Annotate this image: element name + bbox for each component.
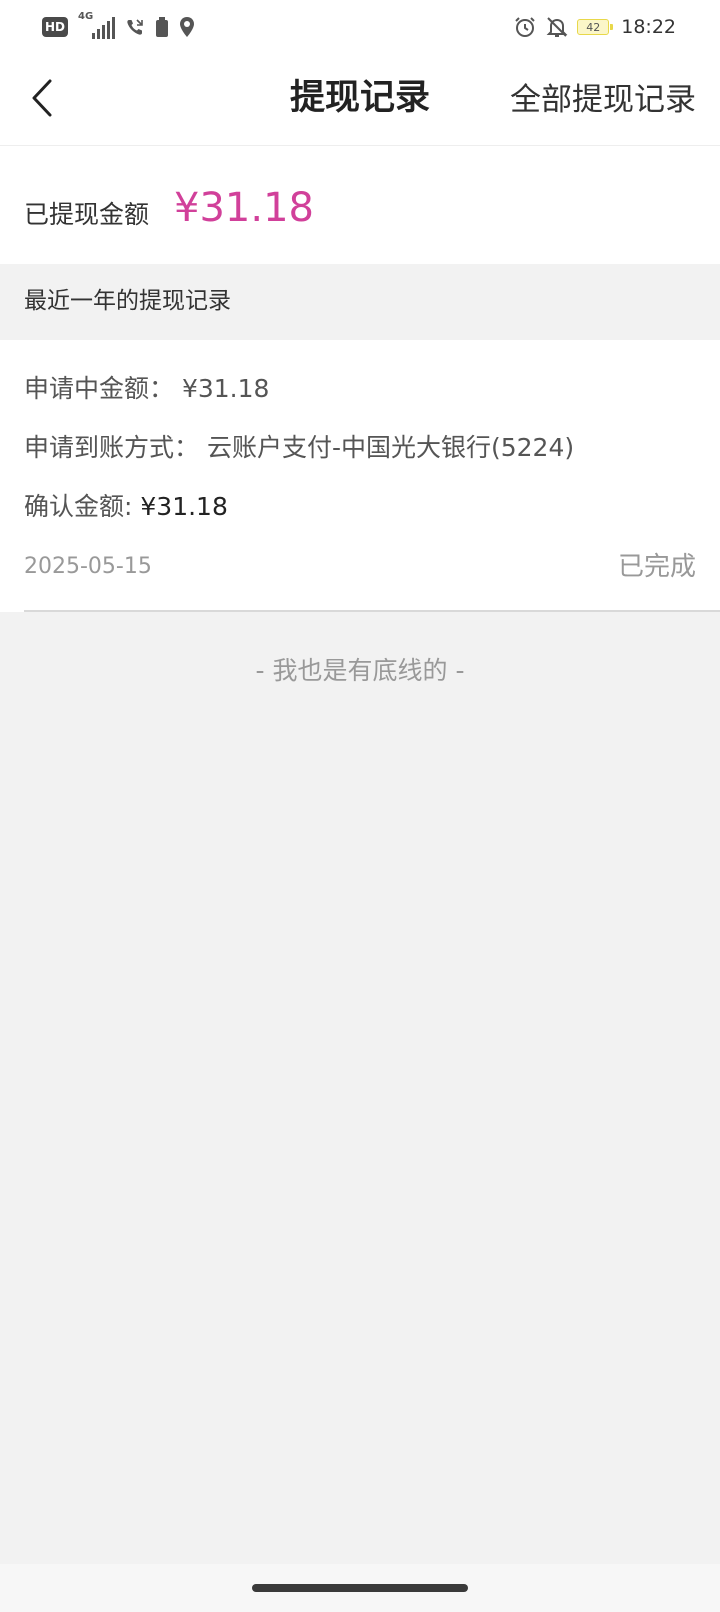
location-icon (180, 17, 195, 37)
confirmed-amount-label: 确认金额: (24, 492, 133, 521)
payment-method-label: 申请到账方式： (24, 433, 200, 462)
status-bar-right: 42 18:22 (513, 13, 676, 41)
network-type-label: 4G (78, 11, 94, 22)
applying-amount-value: ¥31.18 (181, 374, 270, 403)
wifi-calling-icon (127, 19, 143, 35)
payment-method-value: 云账户支付-中国光大银行(5224) (206, 433, 575, 462)
withdrawn-summary: 已提现金额 ¥31.18 (0, 146, 720, 264)
signal-icon: 4G (78, 11, 116, 39)
top-app-bar: 提现记录 全部提现记录 (0, 54, 720, 146)
section-header: 最近一年的提现记录 (0, 264, 720, 340)
hd-badge: HD (42, 17, 69, 37)
status-bar: HD 4G 42 18:22 (0, 0, 720, 54)
alarm-icon (515, 17, 535, 37)
end-of-list-note: - 我也是有底线的 - (255, 656, 465, 685)
confirmed-amount-value: ¥31.18 (140, 492, 228, 521)
all-records-link[interactable]: 全部提现记录 (510, 78, 696, 122)
section-title: 最近一年的提现记录 (24, 288, 231, 314)
payment-method-row: 申请到账方式： 云账户支付-中国光大银行(5224) (24, 431, 574, 465)
mute-bell-icon (546, 17, 568, 37)
record-date: 2025-05-15 (24, 554, 152, 579)
withdrawn-amount-label: 已提现金额 (24, 200, 150, 229)
gesture-bar-area (0, 1564, 720, 1612)
applying-amount-row: 申请中金额： ¥31.18 (24, 372, 269, 406)
status-bar-left: HD 4G (42, 11, 195, 41)
battery-level: 42 (586, 20, 601, 34)
applying-amount-label: 申请中金额： (24, 374, 175, 403)
status-time: 18:22 (621, 16, 676, 38)
battery-icon: 42 (577, 19, 614, 35)
home-indicator[interactable] (252, 1584, 468, 1592)
battery-small-icon (156, 17, 169, 37)
confirmed-amount-row: 确认金额: ¥31.18 (24, 490, 228, 524)
withdrawal-record-item[interactable]: 申请中金额： ¥31.18 申请到账方式： 云账户支付-中国光大银行(5224)… (0, 340, 720, 612)
record-status: 已完成 (617, 552, 696, 582)
record-divider (24, 610, 720, 612)
withdrawn-amount-value: ¥31.18 (174, 185, 314, 231)
